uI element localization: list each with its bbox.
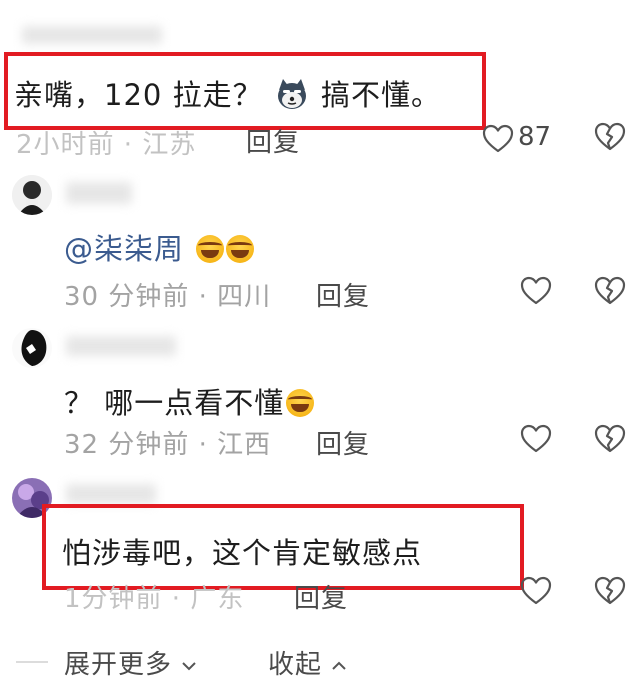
expand-more-button[interactable]: 展开更多 [64, 644, 197, 681]
comment-text: 怕涉毒吧，这个肯定敏感点 [62, 536, 423, 570]
expand-more-label: 展开更多 [64, 650, 173, 680]
dislike-button[interactable] [594, 424, 626, 456]
reply-button[interactable]: 回复 [294, 578, 348, 615]
comment-time-location: 30 分钟前 · 四川 [64, 282, 272, 312]
dislike-button[interactable] [594, 276, 626, 308]
username-blurred [22, 26, 162, 44]
heart-icon [520, 276, 552, 310]
heart-icon [520, 576, 552, 610]
collapse-label: 收起 [268, 650, 323, 680]
broken-heart-icon [594, 576, 626, 610]
broken-heart-icon [594, 276, 626, 310]
like-button[interactable] [520, 424, 552, 456]
laughing-emoji-icon [226, 235, 255, 263]
collapse-button[interactable]: 收起 [268, 644, 347, 681]
avatar[interactable] [12, 328, 52, 368]
like-count: 87 [518, 122, 552, 152]
comment-time-location: 1分钟前 · 广东 [64, 584, 245, 614]
comment-text: @柒柒周 [64, 226, 255, 268]
username-blurred [66, 336, 176, 356]
broken-heart-icon [594, 424, 626, 458]
laughing-emoji-icon [286, 389, 315, 417]
dislike-button[interactable] [594, 122, 626, 154]
chevron-up-icon [331, 648, 347, 678]
chevron-down-icon [181, 648, 197, 678]
reply-button[interactable]: 回复 [246, 122, 300, 159]
like-button[interactable] [520, 576, 552, 608]
divider-line [16, 661, 48, 663]
comment-text: 亲嘴，120 拉走？ 搞不懂。 [14, 72, 441, 117]
comment-text: ？ 哪一点看不懂 [64, 380, 315, 422]
like-button[interactable]: 87 [482, 122, 592, 156]
heart-icon [482, 124, 514, 158]
comment-time-location: 2小时前 · 江苏 [16, 130, 197, 160]
heart-icon [520, 424, 552, 458]
reply-button[interactable]: 回复 [316, 424, 370, 461]
husky-emoji-icon [275, 78, 309, 117]
laughing-emoji-icon [196, 235, 225, 263]
username-blurred [66, 484, 156, 504]
avatar[interactable] [12, 175, 52, 215]
username-blurred [66, 182, 132, 204]
reply-button[interactable]: 回复 [316, 276, 370, 313]
broken-heart-icon [594, 122, 626, 156]
comment-time-location: 32 分钟前 · 江西 [64, 430, 272, 460]
dislike-button[interactable] [594, 576, 626, 608]
like-button[interactable] [520, 276, 552, 308]
